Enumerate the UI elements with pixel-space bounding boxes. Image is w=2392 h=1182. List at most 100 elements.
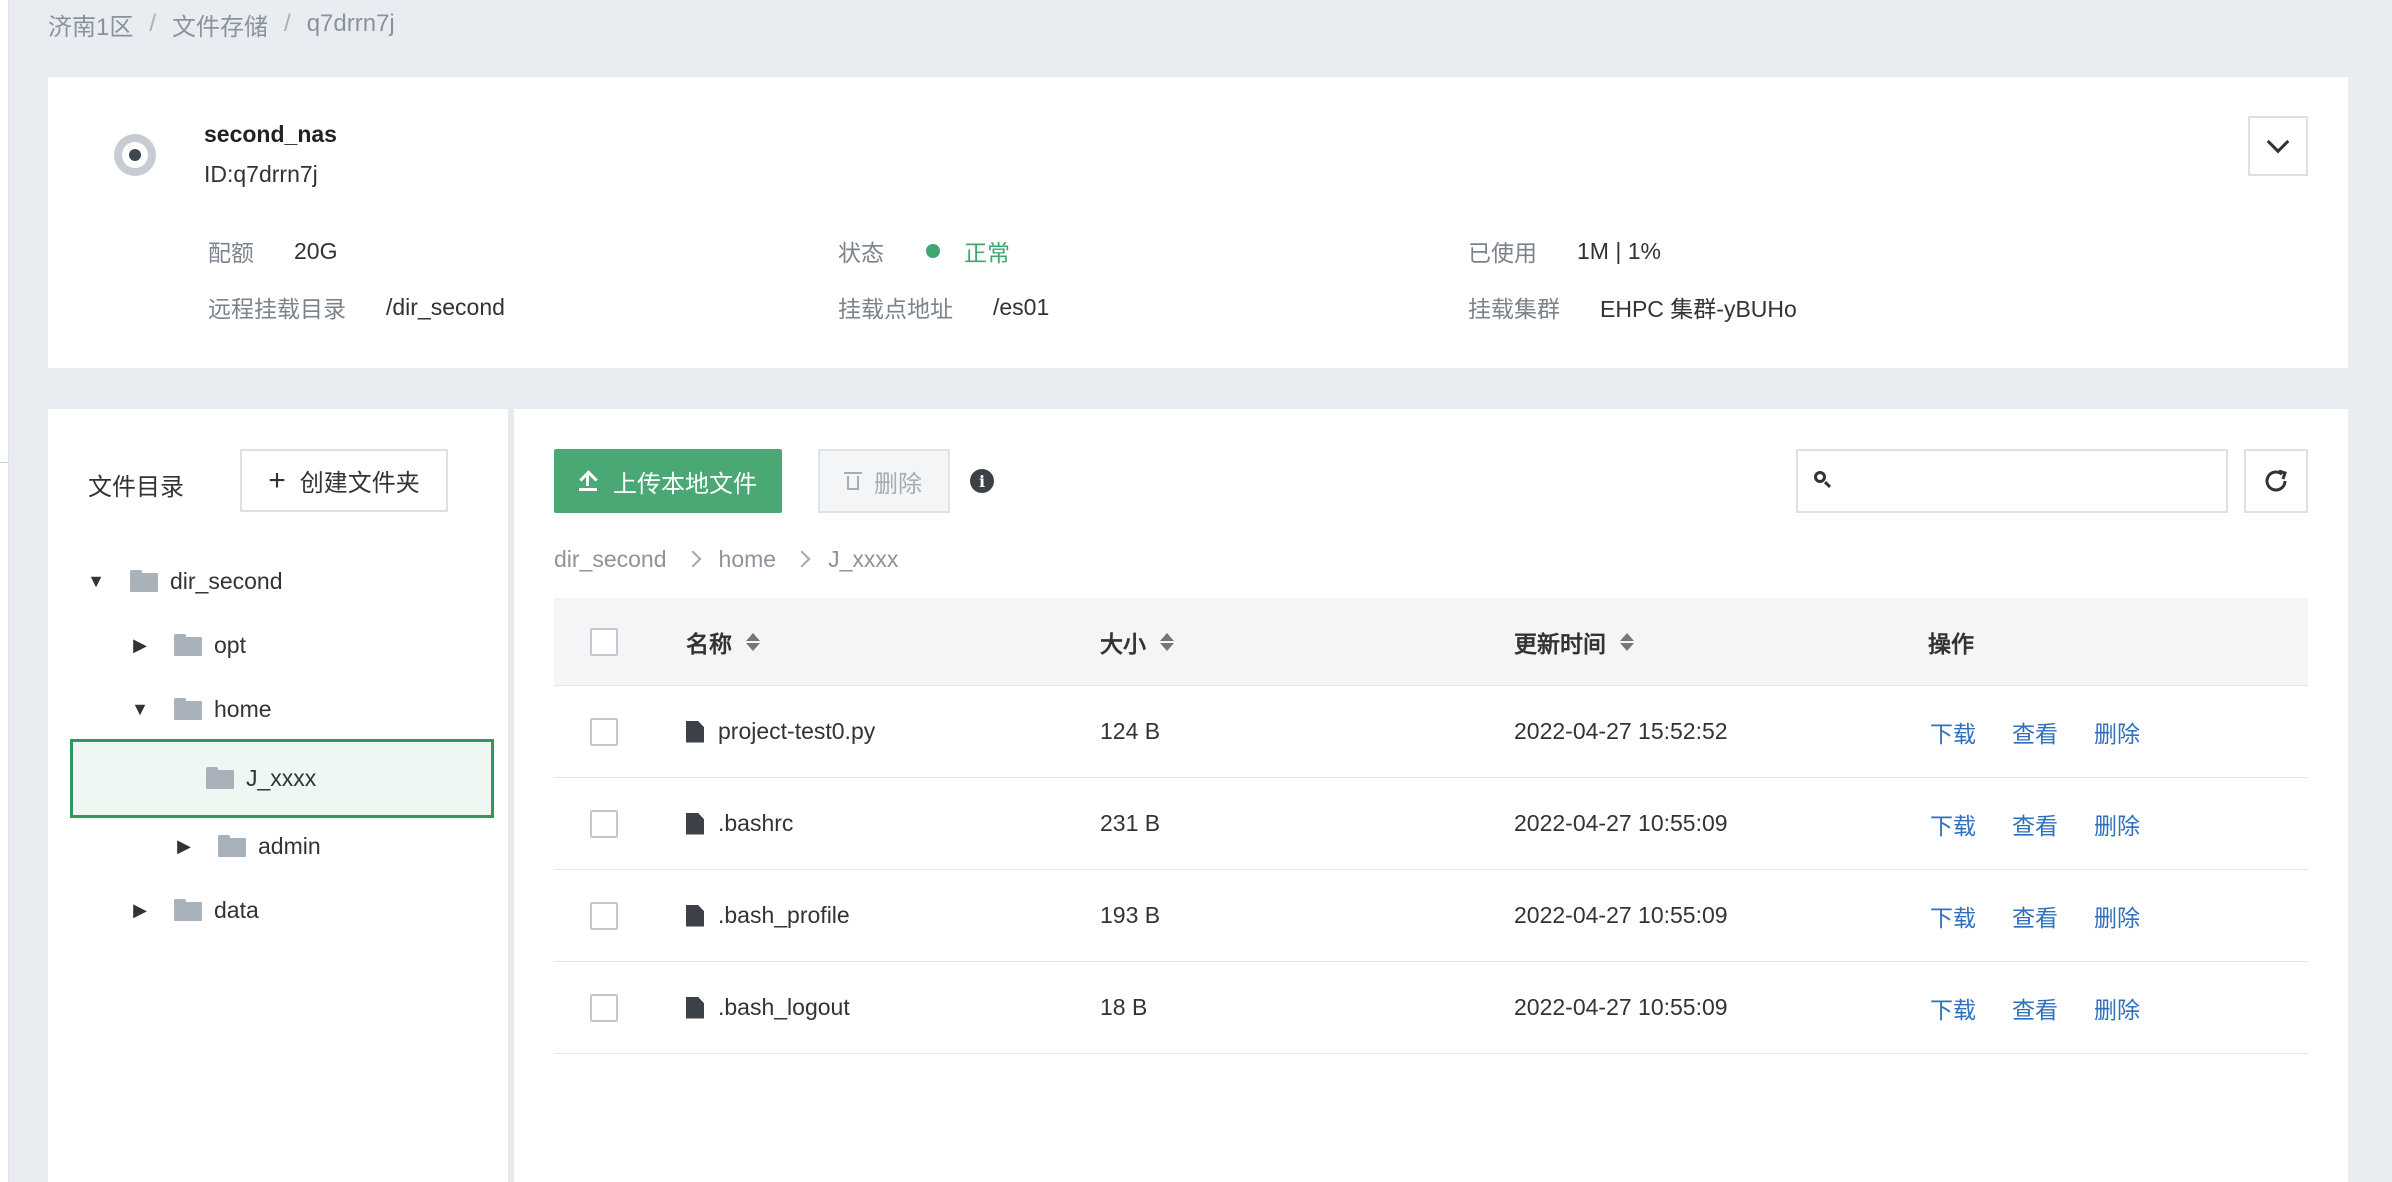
mount-addr-field: 挂载点地址 /es01 xyxy=(838,292,1050,323)
row-checkbox[interactable] xyxy=(590,993,618,1022)
refresh-button[interactable] xyxy=(2244,449,2308,513)
delete-link[interactable]: 删除 xyxy=(2094,991,2140,1025)
quota-value: 20G xyxy=(294,237,338,264)
file-updated: 2022-04-27 15:52:52 xyxy=(1514,718,1728,744)
search-input[interactable] xyxy=(1842,461,2212,501)
file-icon xyxy=(686,904,704,927)
upload-label: 上传本地文件 xyxy=(613,470,757,498)
file-size: 193 B xyxy=(1100,902,1161,928)
header-actions-label: 操作 xyxy=(1928,630,1974,657)
file-list-panel: 上传本地文件 删除 i dir_second home J_xxxx 名称 大小… xyxy=(514,409,2348,1182)
download-link[interactable]: 下载 xyxy=(1930,899,1976,933)
delete-label: 删除 xyxy=(874,470,922,498)
select-all-checkbox[interactable] xyxy=(590,627,618,656)
caret-right-icon[interactable]: ▶ xyxy=(132,635,148,655)
sort-icon[interactable] xyxy=(1160,632,1174,651)
file-table: 名称 大小 更新时间 操作 project-test0.py 124 B 202… xyxy=(554,598,2308,1054)
sort-icon[interactable] xyxy=(746,632,760,651)
tree-node-data[interactable]: ▶ data xyxy=(132,893,259,927)
folder-icon xyxy=(206,767,234,789)
file-icon xyxy=(686,720,704,743)
status-dot-icon xyxy=(926,244,940,258)
trash-icon xyxy=(844,472,862,490)
download-link[interactable]: 下载 xyxy=(1930,715,1976,749)
table-row: .bashrc 231 B 2022-04-27 10:55:09 下载 查看 … xyxy=(554,778,2308,870)
cluster-label: 挂载集群 xyxy=(1468,296,1560,322)
header-name-label: 名称 xyxy=(686,630,732,657)
actions-cell: 下载 查看 删除 xyxy=(1930,962,2176,1053)
search-icon xyxy=(1814,471,1832,489)
chevron-right-icon xyxy=(793,550,811,568)
left-edge-tick xyxy=(0,462,9,463)
remote-dir-label: 远程挂载目录 xyxy=(208,296,346,322)
row-select-cell xyxy=(590,778,618,869)
chevron-down-icon xyxy=(2266,130,2290,154)
used-value: 1M | 1% xyxy=(1577,237,1661,264)
info-icon[interactable]: i xyxy=(970,469,994,493)
status-value: 正常 xyxy=(964,240,1010,266)
file-size: 231 B xyxy=(1100,810,1161,836)
folder-icon xyxy=(174,698,202,720)
tree-node-label: home xyxy=(214,695,272,722)
create-folder-button[interactable]: + 创建文件夹 xyxy=(240,449,448,512)
used-label: 已使用 xyxy=(1468,240,1537,266)
file-size: 18 B xyxy=(1100,994,1148,1020)
tree-node-admin[interactable]: ▶ admin xyxy=(176,829,321,863)
path-crumb-root[interactable]: dir_second xyxy=(554,546,667,573)
download-link[interactable]: 下载 xyxy=(1930,807,1976,841)
tree-node-label: J_xxxx xyxy=(246,764,317,791)
delete-button[interactable]: 删除 xyxy=(818,449,950,513)
caret-right-icon[interactable]: ▶ xyxy=(132,900,148,920)
breadcrumb-region[interactable]: 济南1区 xyxy=(48,7,133,42)
nas-id: ID:q7drrn7j xyxy=(204,161,318,187)
mount-addr-value: /es01 xyxy=(993,293,1050,320)
row-checkbox[interactable] xyxy=(590,717,618,746)
file-name-cell: .bash_profile xyxy=(686,870,850,961)
caret-right-icon[interactable]: ▶ xyxy=(176,836,192,856)
row-checkbox[interactable] xyxy=(590,901,618,930)
header-updated[interactable]: 更新时间 xyxy=(1514,598,1634,685)
path-crumb-current: J_xxxx xyxy=(828,545,899,572)
download-link[interactable]: 下载 xyxy=(1930,991,1976,1025)
tree-node-label: dir_second xyxy=(170,567,283,594)
breadcrumb-separator: / xyxy=(149,10,157,37)
file-name: .bashrc xyxy=(718,810,794,836)
tree-node-j-xxxx[interactable]: J_xxxx xyxy=(206,761,316,795)
delete-link[interactable]: 删除 xyxy=(2094,715,2140,749)
tree-title: 文件目录 xyxy=(88,474,184,501)
breadcrumb: 济南1区 / 文件存储 / q7drrn7j xyxy=(48,7,395,42)
left-sidebar-edge xyxy=(0,0,9,1182)
folder-icon xyxy=(218,835,246,857)
upload-file-button[interactable]: 上传本地文件 xyxy=(554,449,782,513)
view-link[interactable]: 查看 xyxy=(2012,715,2058,749)
actions-cell: 下载 查看 删除 xyxy=(1930,870,2176,961)
file-icon xyxy=(686,812,704,835)
caret-down-icon[interactable]: ▼ xyxy=(87,571,105,591)
search-box[interactable] xyxy=(1796,449,2228,513)
delete-link[interactable]: 删除 xyxy=(2094,807,2140,841)
tree-node-opt[interactable]: ▶ opt xyxy=(132,628,246,662)
refresh-icon xyxy=(2265,469,2287,492)
breadcrumb-file-storage[interactable]: 文件存储 xyxy=(172,7,268,42)
tree-node-dir-second[interactable]: ▼ dir_second xyxy=(87,564,283,598)
folder-icon xyxy=(174,899,202,921)
view-link[interactable]: 查看 xyxy=(2012,807,2058,841)
row-select-cell xyxy=(590,962,618,1053)
path-crumb-home[interactable]: home xyxy=(719,546,777,573)
view-link[interactable]: 查看 xyxy=(2012,899,2058,933)
header-name[interactable]: 名称 xyxy=(686,598,760,685)
delete-link[interactable]: 删除 xyxy=(2094,899,2140,933)
row-checkbox[interactable] xyxy=(590,809,618,838)
actions-cell: 下载 查看 删除 xyxy=(1930,778,2176,869)
view-link[interactable]: 查看 xyxy=(2012,991,2058,1025)
collapse-button[interactable] xyxy=(2248,116,2308,176)
header-size[interactable]: 大小 xyxy=(1100,598,1174,685)
quota-label: 配额 xyxy=(208,240,254,266)
file-name-cell: .bash_logout xyxy=(686,962,850,1053)
caret-down-icon[interactable]: ▼ xyxy=(131,699,149,719)
file-updated: 2022-04-27 10:55:09 xyxy=(1514,902,1728,928)
tree-node-home[interactable]: ▼ home xyxy=(131,692,272,726)
sort-icon[interactable] xyxy=(1620,632,1634,651)
tree-node-label: admin xyxy=(258,832,321,859)
cluster-value[interactable]: EHPC 集群-yBUHo xyxy=(1600,290,1797,324)
